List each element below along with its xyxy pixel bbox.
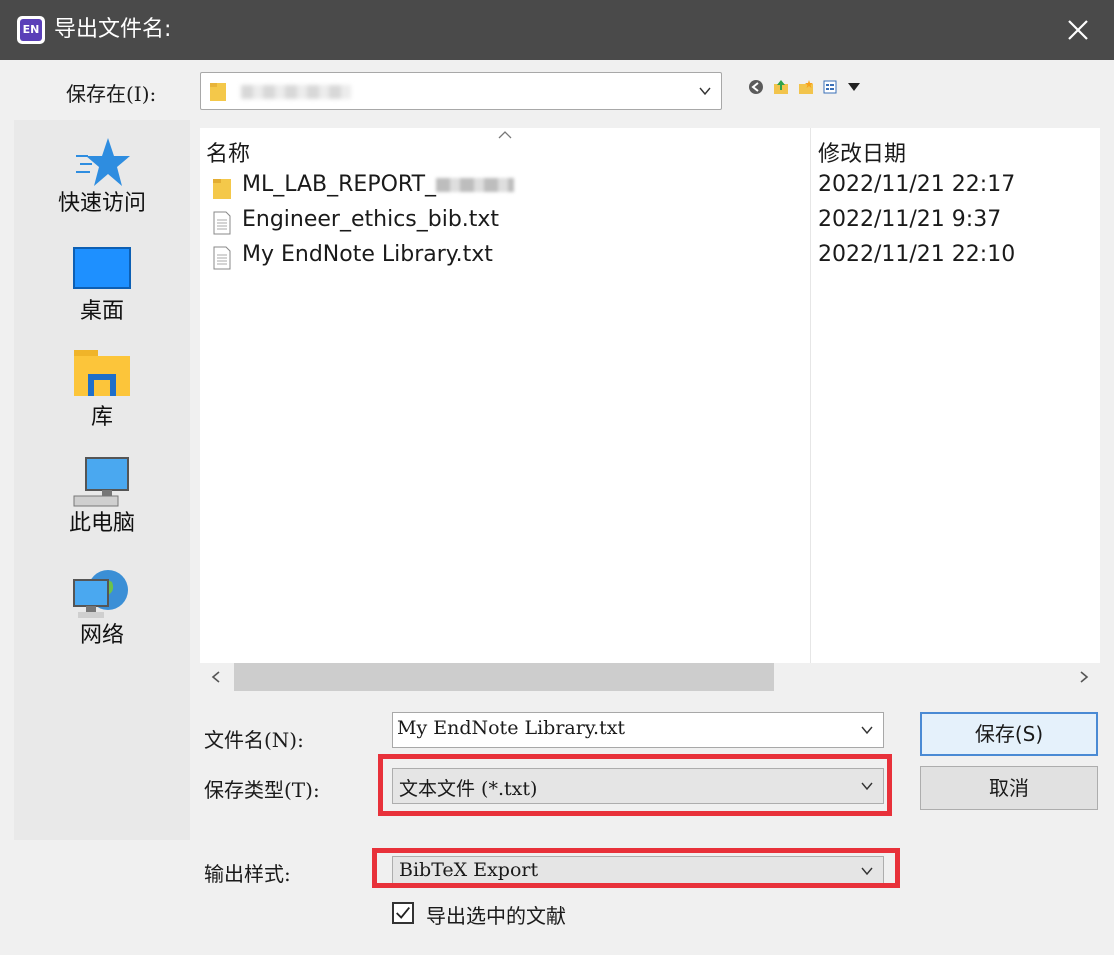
place-label: 此电脑 xyxy=(68,511,135,536)
file-row-text[interactable]: Engineer_ethics_bib.txt 2022/11/21 9:37 xyxy=(200,205,1100,239)
back-icon[interactable] xyxy=(748,79,764,95)
place-desktop[interactable]: 桌面 xyxy=(14,246,190,326)
output-style-label: 输出样式: xyxy=(204,862,291,886)
network-icon xyxy=(73,570,128,618)
dropdown-arrow-icon[interactable] xyxy=(848,81,861,93)
endnote-app-icon: EN xyxy=(17,16,45,44)
scrollbar-thumb[interactable] xyxy=(234,663,774,691)
file-name: ML_LAB_REPORT_ xyxy=(242,172,515,197)
file-date: 2022/11/21 9:37 xyxy=(818,207,1002,232)
scroll-right-icon[interactable] xyxy=(1076,669,1092,685)
place-label: 网络 xyxy=(79,623,124,648)
file-name: Engineer_ethics_bib.txt xyxy=(242,207,500,232)
view-menu-icon[interactable] xyxy=(823,79,839,95)
sort-ascending-icon xyxy=(498,131,512,139)
chevron-down-icon xyxy=(699,87,711,96)
file-row-text[interactable]: My EndNote Library.txt 2022/11/21 22:10 xyxy=(200,240,1100,274)
filename-input[interactable]: My EndNote Library.txt xyxy=(392,712,884,748)
redacted-path xyxy=(241,85,351,99)
desktop-icon xyxy=(73,247,131,289)
file-name: My EndNote Library.txt xyxy=(242,242,493,267)
file-row-folder[interactable]: ML_LAB_REPORT_ 2022/11/21 22:17 xyxy=(200,170,1100,204)
checkmark-icon xyxy=(396,907,410,919)
export-selected-label: 导出选中的文献 xyxy=(426,904,566,928)
text-file-icon xyxy=(213,246,231,270)
file-date: 2022/11/21 22:10 xyxy=(818,242,1016,267)
redacted-text xyxy=(436,178,515,192)
close-icon xyxy=(1068,20,1088,40)
file-list[interactable]: 名称 修改日期 ML_LAB_REPORT_ 2022/11/21 22:17 … xyxy=(200,128,1100,663)
place-label: 库 xyxy=(90,405,113,430)
save-button[interactable]: 保存(S) xyxy=(920,712,1098,756)
place-label: 桌面 xyxy=(79,299,124,324)
save-in-label: 保存在(I): xyxy=(66,82,157,106)
column-header-date[interactable]: 修改日期 xyxy=(818,136,906,168)
places-bar: 快速访问 桌面 库 此电脑 网络 xyxy=(14,120,190,840)
computer-icon xyxy=(73,457,129,507)
library-icon xyxy=(74,350,130,396)
column-header-name[interactable]: 名称 xyxy=(206,136,250,168)
place-library[interactable]: 库 xyxy=(14,348,190,432)
star-icon xyxy=(76,138,130,186)
highlight-box xyxy=(378,754,892,816)
chevron-down-icon[interactable] xyxy=(861,724,873,736)
cancel-button[interactable]: 取消 xyxy=(920,766,1098,810)
filetype-label: 保存类型(T): xyxy=(204,778,320,802)
text-file-icon xyxy=(213,211,231,235)
window-title: 导出文件名: xyxy=(54,17,172,42)
filename-value: My EndNote Library.txt xyxy=(397,717,626,739)
navigation-toolbar xyxy=(748,76,864,94)
place-quick-access[interactable]: 快速访问 xyxy=(14,134,190,218)
place-label: 快速访问 xyxy=(57,191,146,216)
place-this-pc[interactable]: 此电脑 xyxy=(14,456,190,538)
title-bar: EN 导出文件名: xyxy=(0,0,1114,60)
place-network[interactable]: 网络 xyxy=(14,566,190,650)
highlight-box xyxy=(372,848,900,888)
file-date: 2022/11/21 22:17 xyxy=(818,172,1016,197)
close-button[interactable] xyxy=(1064,16,1092,44)
up-folder-icon[interactable] xyxy=(773,79,789,95)
filename-label: 文件名(N): xyxy=(204,728,304,752)
horizontal-scrollbar[interactable] xyxy=(200,663,1100,693)
folder-icon xyxy=(210,83,226,101)
folder-icon xyxy=(213,179,231,199)
export-selected-checkbox[interactable] xyxy=(392,902,414,924)
scroll-left-icon[interactable] xyxy=(208,669,224,685)
save-in-dropdown[interactable] xyxy=(200,72,722,110)
new-folder-icon[interactable] xyxy=(798,79,814,95)
